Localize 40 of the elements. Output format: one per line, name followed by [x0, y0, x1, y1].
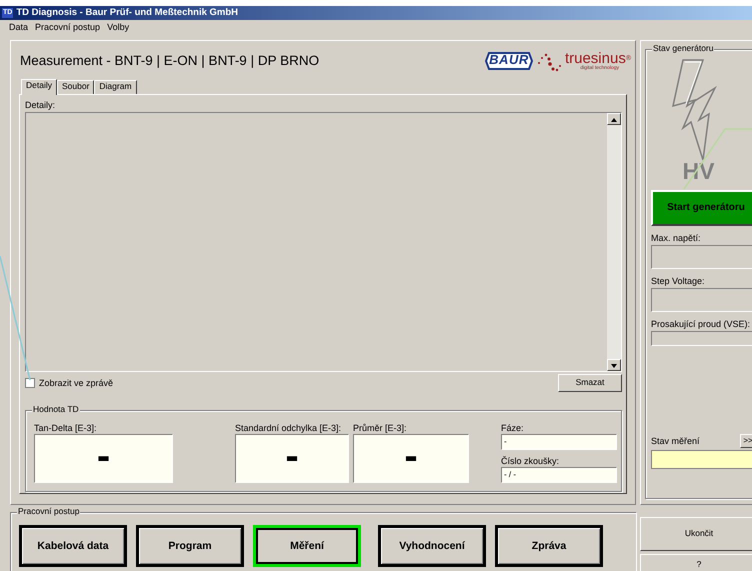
- expand-button[interactable]: >>: [740, 434, 752, 448]
- window-title: TD Diagnosis - Baur Prüf- und Meßtechnik GmbH: [16, 8, 238, 18]
- field-label: Prosakující proud (VSE):: [651, 319, 752, 329]
- value-display: -: [353, 434, 469, 483]
- test-number-field: - / -: [501, 467, 617, 483]
- menu-item[interactable]: Data: [9, 22, 28, 32]
- clear-button[interactable]: Smazat: [558, 374, 622, 392]
- hv-label: HV: [682, 158, 714, 184]
- baur-logo: BAUR: [484, 51, 533, 71]
- menu-item[interactable]: Pracovní postup: [35, 22, 100, 32]
- group-label: Pracovní postup: [17, 507, 80, 517]
- value-display: -: [235, 434, 349, 483]
- value-label: Standardní odchylka [E-3]:: [235, 423, 342, 434]
- workflow-step-button[interactable]: Zpráva: [495, 525, 603, 567]
- help-button[interactable]: ?: [640, 554, 752, 571]
- tab[interactable]: Detaily: [21, 79, 57, 95]
- truesinus-logo: truesinus$^{®}$: [564, 51, 631, 66]
- field-label: Step Voltage:: [651, 276, 706, 286]
- show-in-report-checkbox[interactable]: Zobrazit ve zprávě: [25, 378, 114, 388]
- value-label: Průměr [E-3]:: [353, 423, 408, 434]
- workflow-step-button[interactable]: Vyhodnocení: [378, 525, 486, 567]
- test-number-label: Číslo zkoušky:: [501, 456, 560, 467]
- workflow-step-button[interactable]: Kabelová data: [19, 525, 127, 567]
- value-label: Tan-Delta [E-3]:: [34, 423, 98, 434]
- group-label: Hodnota TD: [32, 405, 80, 415]
- field-label: Max. napětí:: [651, 233, 702, 243]
- details-label: Detaily:: [25, 100, 56, 112]
- menu-item[interactable]: Volby: [107, 22, 130, 32]
- measurement-title: Measurement - BNT-9 | E-ON | BNT-9 | DP BRNO: [20, 53, 320, 69]
- exit-button[interactable]: Ukončit: [640, 517, 752, 551]
- group-label: Stav generátoru: [652, 44, 714, 54]
- workflow-step-button[interactable]: Měření: [253, 525, 361, 567]
- workflow-step-button[interactable]: Program: [136, 525, 244, 567]
- phase-label: Fáze:: [501, 423, 525, 434]
- tab[interactable]: Soubor: [56, 80, 94, 94]
- status-label: Stav měření: [651, 436, 700, 446]
- tab[interactable]: Diagram: [94, 80, 137, 94]
- start-generator-button[interactable]: Start generátoru: [651, 190, 752, 226]
- phase-field: -: [501, 434, 617, 450]
- value-display: -: [34, 434, 173, 483]
